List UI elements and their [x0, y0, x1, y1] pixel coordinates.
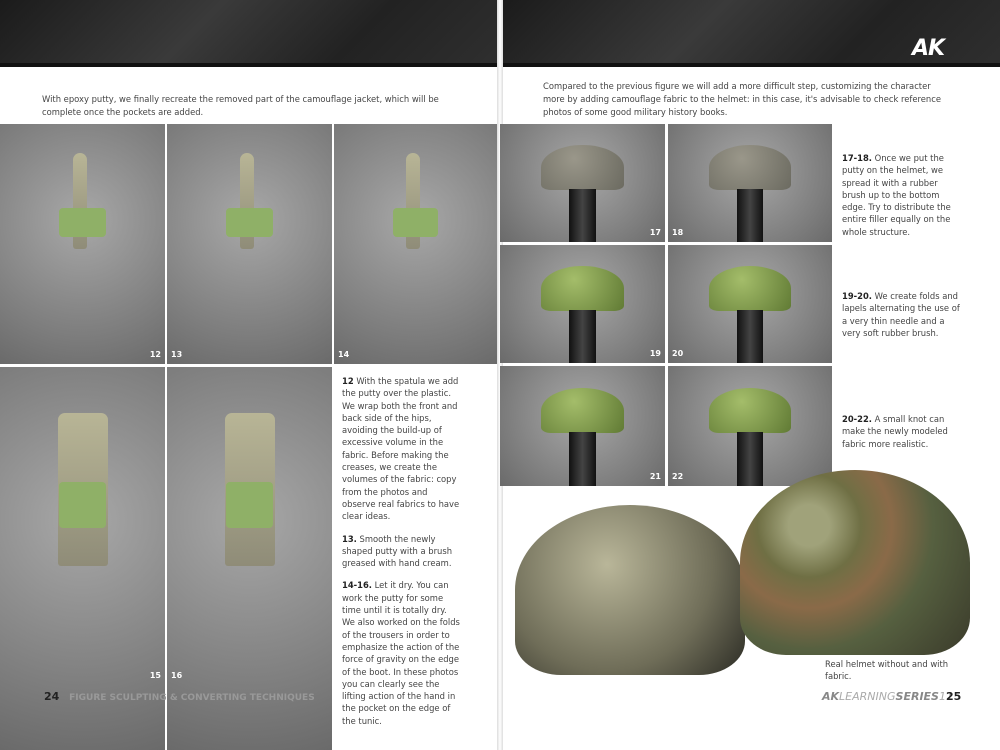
ak-logo: AK	[912, 36, 944, 61]
book-title: FIGURE SCULPTING & CONVERTING TECHNIQUES	[69, 693, 315, 703]
photo-21: 21	[500, 366, 665, 486]
photo-14: 14	[334, 124, 497, 364]
helmet-caption: Real helmet without and with fabric.	[825, 658, 975, 683]
page-number-right: 25	[946, 690, 961, 703]
left-intro-text: With epoxy putty, we finally recreate th…	[42, 93, 462, 119]
right-caption-19-20: 19-20. We create folds and lapels altern…	[842, 290, 964, 339]
photo-20: 20	[668, 245, 832, 363]
left-header-banner	[0, 0, 497, 67]
page-number-left: 24	[44, 690, 59, 703]
left-captions: 12 With the spatula we add the putty ove…	[342, 375, 462, 737]
right-intro-text: Compared to the previous figure we will …	[543, 80, 953, 119]
right-footer: AKLEARNINGSERIES11	[822, 690, 953, 703]
photo-13: 13	[167, 124, 332, 364]
photo-17: 17	[500, 124, 665, 242]
camo-helmet-photo	[740, 470, 970, 655]
right-caption-17-18: 17-18. Once we put the putty on the helm…	[842, 152, 964, 238]
photo-12: 12	[0, 124, 165, 364]
real-helmet-photo	[515, 505, 745, 675]
photo-19: 19	[500, 245, 665, 363]
right-caption-20-22: 20-22. A small knot can make the newly m…	[842, 413, 964, 450]
photo-22: 22	[668, 366, 832, 486]
photo-18: 18	[668, 124, 832, 242]
left-footer: 24 FIGURE SCULPTING & CONVERTING TECHNIQ…	[44, 690, 315, 703]
